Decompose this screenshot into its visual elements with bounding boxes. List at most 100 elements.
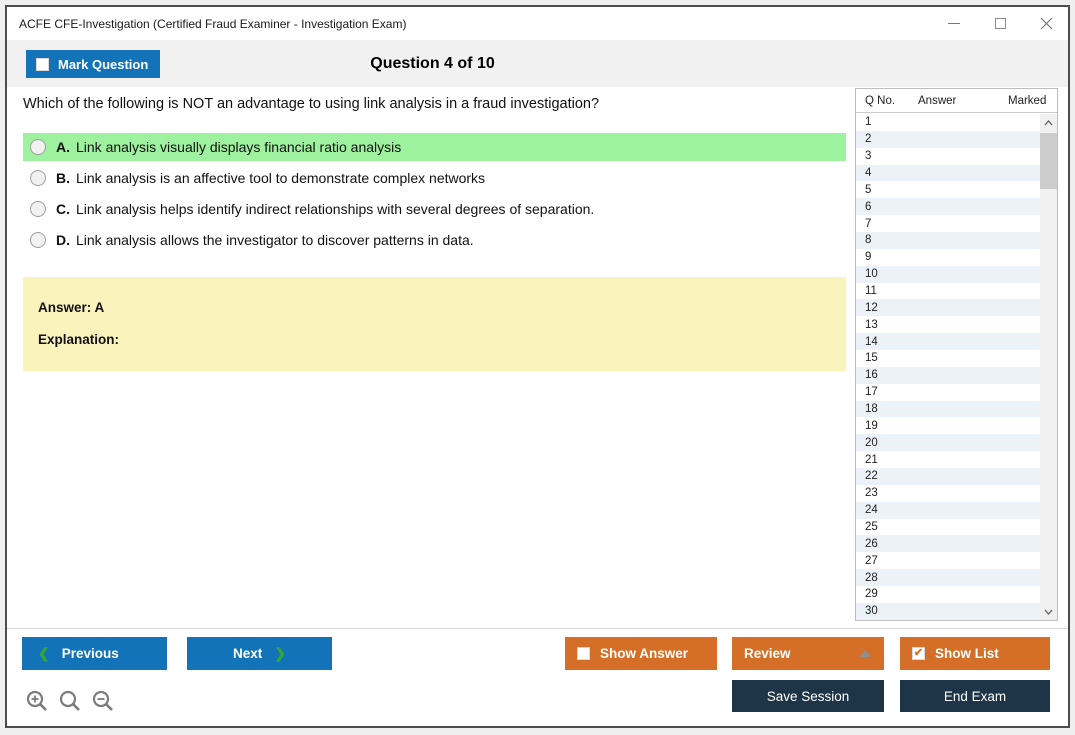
list-item[interactable]: 3: [856, 148, 1040, 165]
list-item-number: 26: [856, 538, 918, 550]
maximize-button[interactable]: [992, 16, 1008, 32]
list-item[interactable]: 8: [856, 232, 1040, 249]
show-answer-checkbox[interactable]: [577, 647, 590, 660]
list-item[interactable]: 6: [856, 198, 1040, 215]
list-item[interactable]: 16: [856, 367, 1040, 384]
next-label: Next: [233, 646, 262, 661]
answer-panel: Answer: A Explanation:: [23, 277, 846, 371]
list-item[interactable]: 24: [856, 502, 1040, 519]
option-a-radio[interactable]: [30, 139, 46, 155]
list-item[interactable]: 23: [856, 485, 1040, 502]
list-item[interactable]: 18: [856, 401, 1040, 418]
titlebar: ACFE CFE-Investigation (Certified Fraud …: [7, 7, 1068, 40]
option-d[interactable]: D. Link analysis allows the investigator…: [23, 226, 846, 254]
list-item-number: 18: [856, 403, 918, 415]
zoom-in-icon[interactable]: [25, 689, 49, 713]
question-list-scrollbar[interactable]: [1040, 114, 1057, 620]
list-item[interactable]: 14: [856, 333, 1040, 350]
list-item[interactable]: 15: [856, 350, 1040, 367]
option-letter: C.: [56, 201, 70, 217]
list-item[interactable]: 5: [856, 181, 1040, 198]
list-item[interactable]: 12: [856, 299, 1040, 316]
list-item-number: 15: [856, 352, 918, 364]
option-text: Link analysis visually displays financia…: [76, 139, 401, 155]
option-d-radio[interactable]: [30, 232, 46, 248]
option-letter: D.: [56, 232, 70, 248]
option-c[interactable]: C. Link analysis helps identify indirect…: [23, 195, 846, 223]
list-item-number: 12: [856, 302, 918, 314]
list-item-number: 7: [856, 218, 918, 230]
list-item-number: 25: [856, 521, 918, 533]
scroll-up-icon[interactable]: [1040, 114, 1057, 131]
column-qno: Q No.: [856, 95, 918, 107]
show-list-checkbox[interactable]: ✔: [912, 647, 925, 660]
list-item[interactable]: 13: [856, 316, 1040, 333]
end-exam-label: End Exam: [944, 689, 1006, 704]
option-text: Link analysis helps identify indirect re…: [76, 201, 594, 217]
list-item[interactable]: 27: [856, 552, 1040, 569]
options-list: A. Link analysis visually displays finan…: [23, 133, 846, 257]
option-a[interactable]: A. Link analysis visually displays finan…: [23, 133, 846, 161]
option-b-radio[interactable]: [30, 170, 46, 186]
show-list-button[interactable]: ✔ Show List: [900, 637, 1050, 670]
save-session-label: Save Session: [767, 689, 850, 704]
end-exam-button[interactable]: End Exam: [900, 680, 1050, 712]
list-item-number: 28: [856, 572, 918, 584]
next-button[interactable]: Next ❯: [187, 637, 332, 670]
list-item-number: 19: [856, 420, 918, 432]
list-item[interactable]: 26: [856, 535, 1040, 552]
minimize-button[interactable]: [946, 16, 962, 32]
list-item[interactable]: 9: [856, 249, 1040, 266]
question-counter: Question 4 of 10: [7, 40, 858, 87]
list-item-number: 22: [856, 470, 918, 482]
column-marked: Marked: [986, 95, 1057, 107]
header-band: Mark Question Question 4 of 10: [7, 40, 1068, 87]
list-item-number: 6: [856, 201, 918, 213]
list-item[interactable]: 17: [856, 384, 1040, 401]
review-dropdown-button[interactable]: Review: [732, 637, 884, 670]
list-item-number: 14: [856, 336, 918, 348]
list-item[interactable]: 29: [856, 586, 1040, 603]
list-item[interactable]: 28: [856, 569, 1040, 586]
chevron-left-icon: ❮: [38, 645, 50, 662]
zoom-out-icon[interactable]: [91, 689, 115, 713]
option-b[interactable]: B. Link analysis is an affective tool to…: [23, 164, 846, 192]
list-item-number: 2: [856, 133, 918, 145]
maximize-icon: [995, 18, 1006, 29]
list-item[interactable]: 1: [856, 114, 1040, 131]
list-item[interactable]: 20: [856, 434, 1040, 451]
zoom-toolbar: [25, 689, 115, 713]
search-icon[interactable]: [58, 689, 82, 713]
list-item[interactable]: 10: [856, 266, 1040, 283]
previous-button[interactable]: ❮ Previous: [22, 637, 167, 670]
list-item[interactable]: 19: [856, 417, 1040, 434]
list-item-number: 13: [856, 319, 918, 331]
show-answer-label: Show Answer: [600, 646, 688, 661]
option-text: Link analysis is an affective tool to de…: [76, 170, 485, 186]
list-item[interactable]: 2: [856, 131, 1040, 148]
option-text: Link analysis allows the investigator to…: [76, 232, 474, 248]
list-item[interactable]: 30: [856, 603, 1040, 620]
option-c-radio[interactable]: [30, 201, 46, 217]
question-list-panel: Q No. Answer Marked 12345678910111213141…: [855, 88, 1058, 621]
previous-label: Previous: [62, 646, 119, 661]
list-item[interactable]: 7: [856, 215, 1040, 232]
list-item[interactable]: 4: [856, 165, 1040, 182]
list-item[interactable]: 11: [856, 283, 1040, 300]
list-item[interactable]: 22: [856, 468, 1040, 485]
scrollbar-thumb[interactable]: [1040, 133, 1057, 189]
close-button[interactable]: [1038, 16, 1054, 32]
scroll-down-icon[interactable]: [1040, 603, 1057, 620]
list-item[interactable]: 21: [856, 451, 1040, 468]
show-answer-button[interactable]: Show Answer: [565, 637, 717, 670]
list-item-number: 11: [856, 285, 918, 297]
column-answer: Answer: [918, 95, 986, 107]
save-session-button[interactable]: Save Session: [732, 680, 884, 712]
list-item-number: 17: [856, 386, 918, 398]
list-item-number: 16: [856, 369, 918, 381]
list-item[interactable]: 25: [856, 519, 1040, 536]
explanation-label: Explanation:: [38, 332, 831, 347]
review-label: Review: [744, 646, 791, 661]
list-item-number: 30: [856, 605, 918, 617]
app-window: ACFE CFE-Investigation (Certified Fraud …: [5, 5, 1070, 728]
